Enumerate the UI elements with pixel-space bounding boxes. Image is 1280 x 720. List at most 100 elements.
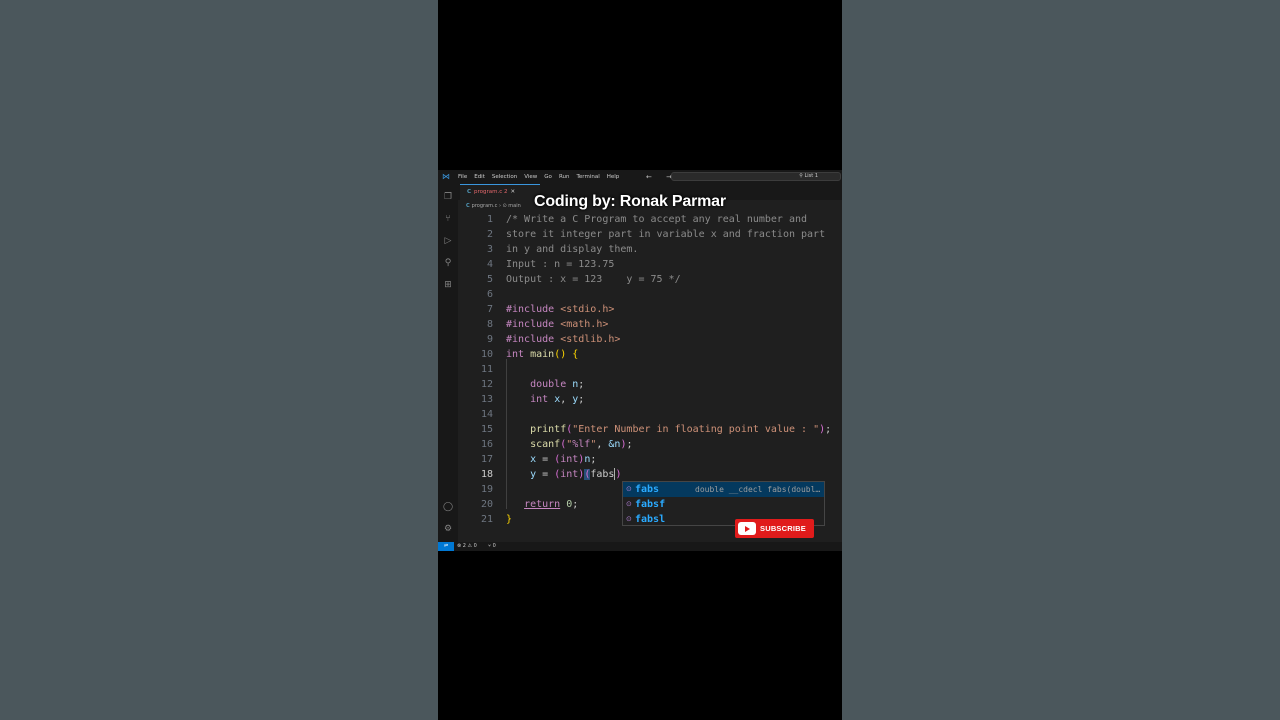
header-name: <math.h> [560,319,609,330]
header-name: <stdlib.h> [560,334,621,345]
tab-label: program.c 2 [474,189,508,195]
code-line: 4 Input : n = 123.75 [458,257,842,272]
line-number: 19 [480,484,493,495]
code-line: 7 #include <stdio.h> [458,302,842,317]
line-number: 13 [480,394,493,405]
comment-text: /* Write a C Program to accept any real … [506,214,808,225]
status-bar: ⇌ ⊗ 2 ⚠ 0 ⑂ 0 [438,542,842,551]
remote-indicator-icon[interactable]: ⇌ [438,542,454,551]
vscode-window: ⋈ File Edit Selection View Go Run Termin… [438,170,842,551]
return-keyword: return [524,499,561,510]
type-keyword: int [560,469,579,480]
code-line: 14 [458,407,842,422]
video-frame: ⋈ File Edit Selection View Go Run Termin… [438,0,842,720]
line-number: 10 [480,349,493,360]
code-line: 15 printf("Enter Number in floating poin… [458,422,842,437]
variable: y [572,394,579,405]
suggestion-label: fabs [635,484,660,495]
line-number: 4 [486,259,493,270]
youtube-play-icon [738,522,756,535]
suggestion-label: fabsl [635,514,666,525]
variable: x [530,454,537,465]
menu-view[interactable]: View [524,172,537,182]
line-number: 6 [486,289,493,300]
line-number: 20 [480,499,493,510]
breadcrumb-c-icon: C [466,203,470,209]
line-number: 2 [486,229,493,240]
line-number: 3 [486,244,493,255]
code-line: 8 #include <math.h> [458,317,842,332]
menu-file[interactable]: File [458,172,467,182]
comment-text: store it integer part in variable x and … [506,229,826,240]
function-symbol-icon: ⊙ [626,485,632,493]
explorer-icon[interactable]: ❐ [443,192,453,202]
typed-text: fabs [590,469,615,480]
string-quote: " [590,439,597,450]
include-directive: #include [506,304,555,315]
line-number: 5 [486,274,493,285]
type-keyword: double [530,379,567,390]
code-line: 16 scanf("%lf", &n); [458,437,842,452]
suggestion-fabsf[interactable]: ⊙ fabsf [623,497,824,512]
search-icon[interactable]: ⚲ [443,258,453,268]
right-background [842,0,1280,720]
menu-edit[interactable]: Edit [474,172,485,182]
menu-selection[interactable]: Selection [492,172,517,182]
subscribe-button[interactable]: SUBSCRIBE [735,519,814,538]
activity-bar: ❐ ⑂ ▷ ⚲ ⊞ ◯ ⚙ [438,184,458,542]
account-icon[interactable]: ◯ [443,502,453,512]
vscode-logo-icon: ⋈ [442,172,450,181]
code-line: 10 int main() { [458,347,842,362]
suggestion-fabs[interactable]: ⊙ fabs double __cdecl fabs(double _X) [623,482,824,497]
ports-status[interactable]: ⑂ 0 [488,542,496,551]
variable: n [572,379,579,390]
run-debug-icon[interactable]: ▷ [443,236,453,246]
type-keyword: int [560,454,579,465]
extensions-icon[interactable]: ⊞ [443,280,453,290]
code-line: 12 double n; [458,377,842,392]
source-control-icon[interactable]: ⑂ [443,214,453,224]
breadcrumb-text: program.c › ⊙ main [471,203,521,209]
line-number: 1 [486,214,493,225]
line-number: 8 [486,319,493,330]
comment-text: Output : x = 123 y = 75 */ [506,274,681,285]
comment-text: Input : n = 123.75 [506,259,615,270]
code-line: 17 x = (int)n; [458,452,842,467]
function-name: main [530,349,555,360]
code-line: 1 /* Write a C Program to accept any real… [458,212,842,227]
settings-gear-icon[interactable]: ⚙ [443,524,453,534]
function-symbol-icon: ⊙ [626,515,632,523]
problems-status[interactable]: ⊗ 2 ⚠ 0 [457,542,477,551]
c-file-icon: C [467,189,472,195]
header-name: <stdio.h> [560,304,615,315]
left-background [0,0,438,720]
variable: n [584,454,591,465]
comment-text: in y and display them. [506,244,639,255]
tab-close-icon[interactable]: ✕ [511,189,516,195]
menu-terminal[interactable]: Terminal [576,172,599,182]
include-directive: #include [506,334,555,345]
number-literal: 0 [566,499,573,510]
code-line: 3 in y and display them. [458,242,842,257]
command-center-search[interactable]: ⚲ List 1 [671,172,841,181]
string-literal: "Enter Number in floating point value : … [572,424,820,435]
type-keyword: int [530,394,549,405]
include-directive: #include [506,319,555,330]
suggestion-detail: double __cdecl fabs(double _X) [695,485,823,494]
tab-program-c[interactable]: Cprogram.c 2 ✕ [460,184,540,200]
subscribe-label: SUBSCRIBE [760,524,806,533]
menu-help[interactable]: Help [607,172,620,182]
breadcrumb[interactable]: Cprogram.c › ⊙ main [466,202,521,210]
line-number: 7 [486,304,493,315]
menu-go[interactable]: Go [544,172,552,182]
code-line: 6 [458,287,842,302]
variable: y [530,469,537,480]
line-number: 15 [480,424,493,435]
code-line: 2 store it integer part in variable x and… [458,227,842,242]
line-number: 11 [480,364,493,375]
video-title-overlay: Coding by: Ronak Parmar [534,193,726,210]
type-keyword: int [506,349,525,360]
function-name: printf [530,424,567,435]
menu-run[interactable]: Run [559,172,570,182]
line-number: 12 [480,379,493,390]
